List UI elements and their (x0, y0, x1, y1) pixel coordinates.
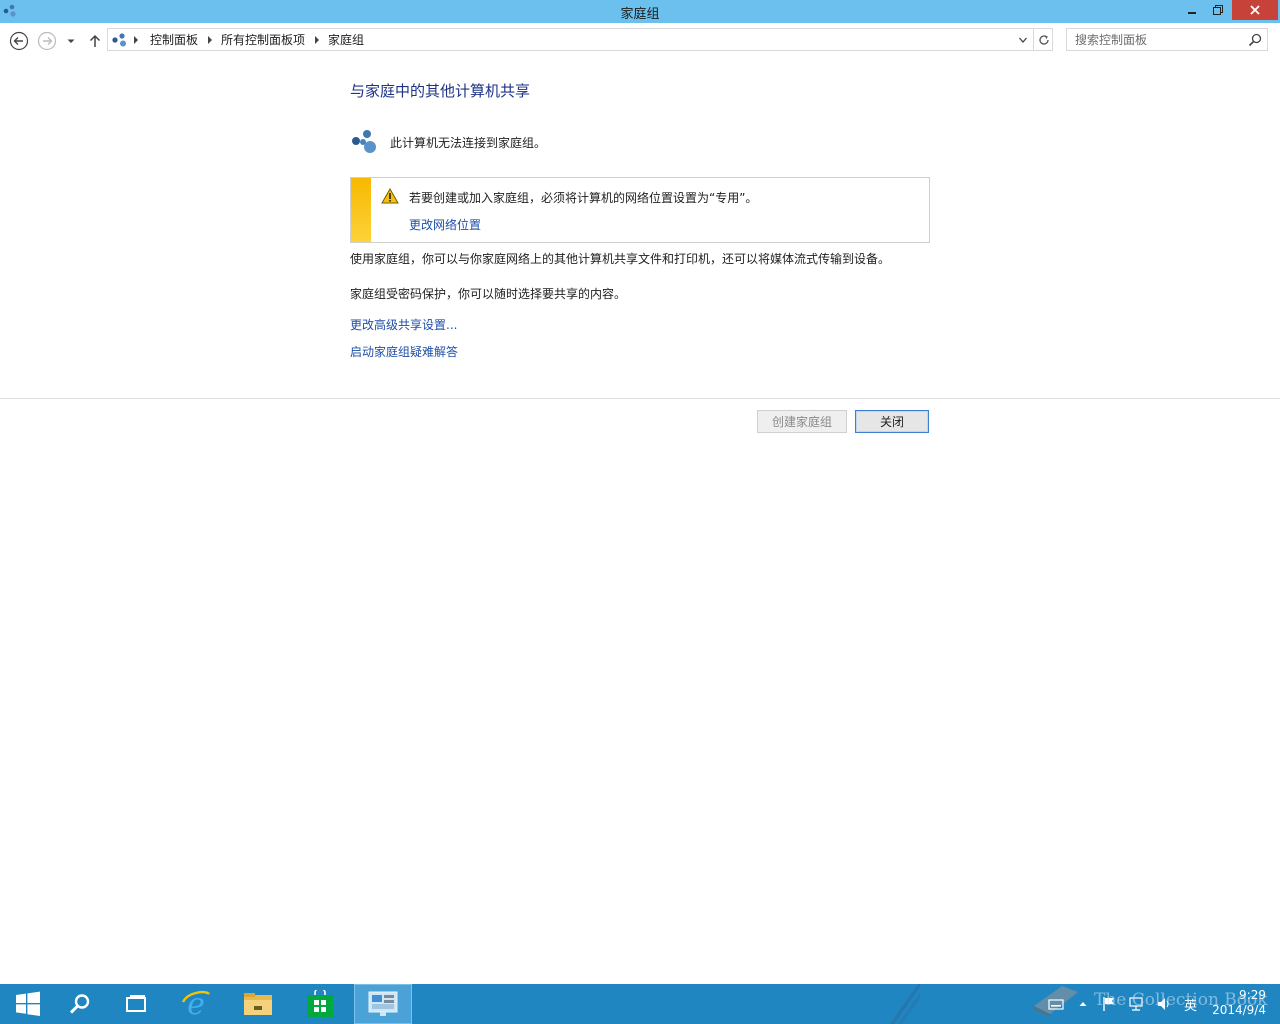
store-button[interactable] (292, 984, 348, 1024)
control-panel-taskbar-button[interactable] (354, 984, 412, 1024)
close-button[interactable]: 关闭 (855, 410, 929, 433)
up-arrow-icon (89, 34, 101, 47)
search-box[interactable] (1066, 28, 1268, 51)
breadcrumb-all-items[interactable]: 所有控制面板项 (221, 31, 305, 48)
forward-arrow-icon (37, 31, 57, 51)
footer-divider (0, 398, 1280, 399)
file-explorer-icon (244, 993, 272, 1015)
chevron-down-icon (67, 39, 75, 43)
search-icon[interactable] (1247, 32, 1263, 48)
page-title: 与家庭中的其他计算机共享 (350, 82, 531, 100)
restore-button[interactable] (1206, 0, 1230, 20)
change-network-location-link[interactable]: 更改网络位置 (409, 216, 481, 233)
address-bar[interactable]: 控制面板 所有控制面板项 家庭组 (107, 28, 1053, 51)
warning-box: 若要创建或加入家庭组，必须将计算机的网络位置设置为“专用”。 更改网络位置 (350, 177, 930, 243)
task-view-icon (126, 995, 146, 1012)
description-text: 使用家庭组，你可以与你家庭网络上的其他计算机共享文件和打印机，还可以将媒体流式传… (350, 252, 891, 266)
restore-icon (1213, 5, 1223, 15)
navigation-bar: 控制面板 所有控制面板项 家庭组 (0, 23, 1280, 57)
homegroup-icon (352, 130, 376, 153)
address-dropdown-button[interactable] (1013, 29, 1033, 50)
taskbar-search-button[interactable] (52, 984, 108, 1024)
file-explorer-button[interactable] (230, 984, 286, 1024)
keyboard-icon[interactable] (1048, 996, 1064, 1012)
window-title: 家庭组 (620, 7, 660, 22)
homegroup-troubleshooter-link[interactable]: 启动家庭组疑难解答 (350, 343, 458, 360)
breadcrumb-separator (134, 35, 138, 44)
breadcrumb-separator (208, 35, 213, 44)
store-icon (307, 990, 333, 1017)
advanced-sharing-settings-link[interactable]: 更改高级共享设置... (350, 316, 457, 333)
warning-text: 若要创建或加入家庭组，必须将计算机的网络位置设置为“专用”。 (409, 191, 758, 205)
chevron-down-icon (1019, 37, 1027, 43)
minimize-button[interactable] (1180, 0, 1204, 20)
status-text: 此计算机无法连接到家庭组。 (390, 135, 547, 150)
breadcrumb: 控制面板 所有控制面板项 家庭组 (134, 29, 364, 50)
title-bar: 家庭组 (0, 0, 1280, 23)
password-info-text: 家庭组受密码保护，你可以随时选择要共享的内容。 (350, 287, 627, 301)
refresh-button[interactable] (1033, 29, 1053, 50)
show-hidden-icons-chevron-up-icon[interactable] (1078, 999, 1088, 1009)
breadcrumb-control-panel[interactable]: 控制面板 (150, 31, 198, 48)
create-homegroup-button[interactable]: 创建家庭组 (757, 410, 847, 433)
connection-status: 此计算机无法连接到家庭组。 (350, 128, 546, 156)
recent-locations-button[interactable] (63, 31, 79, 51)
watermark-text: The Collection Book (1094, 990, 1268, 1010)
taskbar-decoration (890, 984, 920, 1024)
search-input[interactable] (1067, 29, 1243, 50)
breadcrumb-homegroup[interactable]: 家庭组 (328, 31, 364, 48)
search-icon (69, 994, 90, 1014)
task-view-button[interactable] (108, 984, 164, 1024)
back-arrow-icon (9, 31, 29, 51)
control-panel-icon (368, 991, 398, 1016)
internet-explorer-icon: e (181, 988, 210, 1020)
minimize-icon (1188, 12, 1196, 14)
refresh-icon (1038, 34, 1049, 45)
breadcrumb-separator (315, 35, 320, 44)
close-window-button[interactable] (1232, 0, 1278, 20)
start-icon (16, 991, 40, 1016)
internet-explorer-button[interactable]: e (168, 984, 224, 1024)
close-icon (1250, 5, 1260, 15)
start-button[interactable] (0, 984, 56, 1024)
back-button[interactable] (9, 31, 29, 51)
warning-icon (381, 188, 399, 204)
taskbar: e 英 9:29 2014/9/4 (0, 984, 1280, 1024)
homegroup-icon (112, 33, 126, 47)
warning-stripe (351, 178, 371, 242)
forward-button[interactable] (37, 31, 57, 51)
up-button[interactable] (85, 31, 105, 51)
